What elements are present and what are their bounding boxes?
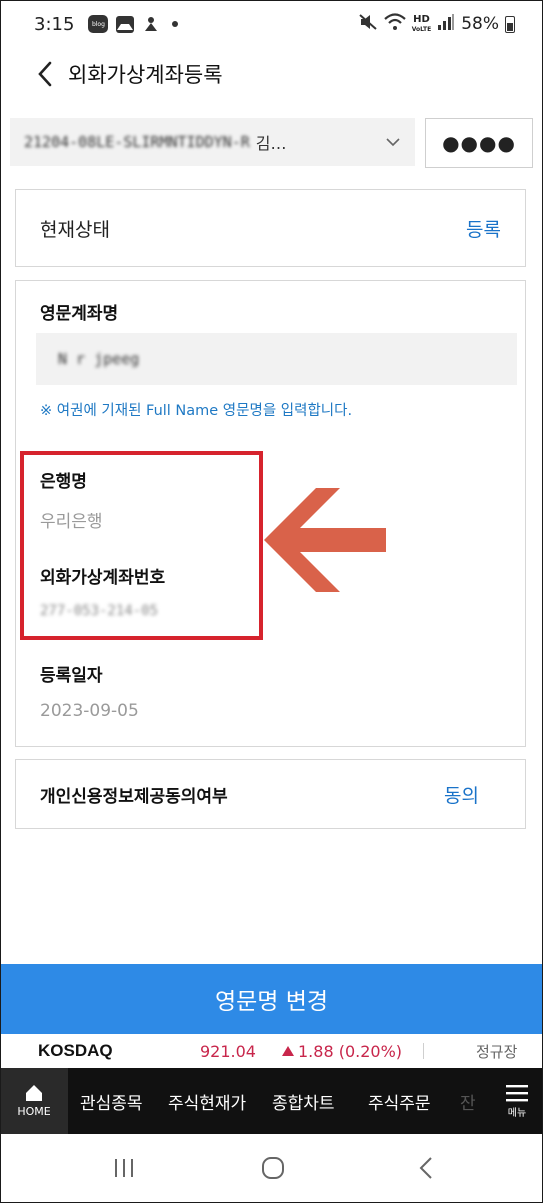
status-value: 등록: [466, 218, 501, 241]
status-time: 3:15: [34, 13, 75, 35]
system-back-icon[interactable]: [416, 1152, 436, 1184]
gallery-icon: [116, 15, 135, 33]
status-bar: 3:15 blog HD VoLTE 58%: [0, 0, 543, 48]
consent-value[interactable]: 동의: [444, 781, 479, 808]
nav-home-label: HOME: [17, 1105, 51, 1118]
battery-percent: 58%: [461, 14, 499, 34]
reg-date-value: 2023-09-05: [40, 701, 139, 721]
ticker-status: 정규장: [476, 1042, 518, 1061]
nav-home[interactable]: HOME: [0, 1068, 68, 1134]
ticker-name: KOSDAQ: [38, 1041, 113, 1060]
ticker-divider: [423, 1043, 424, 1059]
nav-item-chart[interactable]: 종합차트: [272, 1068, 335, 1134]
english-name-hint: ※ 여권에 기재된 Full Name 영문명을 입력합니다.: [40, 403, 353, 419]
home-icon: [26, 1085, 42, 1101]
account-select[interactable]: 21204-08LE-SLIRMNTIDDYN-R 김…: [10, 118, 415, 166]
page-title: 외화가상계좌등록: [68, 63, 223, 87]
wifi-icon: [383, 12, 406, 36]
home-circle-icon[interactable]: [260, 1152, 286, 1184]
blog-icon: blog: [88, 15, 109, 33]
nav-items: 관심종목 주식현재가 종합차트 주식주문 잔: [68, 1068, 491, 1134]
consent-card: 개인신용정보제공동의여부 동의: [15, 759, 526, 829]
dot-icon: [172, 21, 179, 27]
nav-menu[interactable]: 메뉴: [491, 1068, 543, 1134]
account-selector-row: 21204-08LE-SLIRMNTIDDYN-R 김… ●●●●: [10, 118, 533, 168]
account-number: 21204-08LE-SLIRMNTIDDYN-R: [24, 133, 250, 151]
status-label: 현재상태: [40, 218, 110, 241]
app-icon: [142, 15, 160, 33]
nav-item-order[interactable]: 주식주문: [368, 1068, 431, 1134]
virtual-account-value: 277-053-214-05: [40, 603, 159, 619]
nav-item-current-price[interactable]: 주식현재가: [168, 1068, 246, 1134]
bank-value: 우리은행: [40, 512, 103, 532]
english-name-label: 영문계좌명: [40, 304, 119, 324]
hamburger-icon: [506, 1084, 528, 1101]
battery-icon: [505, 15, 515, 33]
password-field[interactable]: ●●●●: [425, 118, 533, 168]
app-header: 외화가상계좌등록: [0, 48, 543, 100]
nav-item-watchlist[interactable]: 관심종목: [80, 1068, 143, 1134]
recent-apps-icon[interactable]: [112, 1152, 136, 1184]
ticker-change: 1.88 (0.20%): [282, 1042, 402, 1061]
market-ticker[interactable]: KOSDAQ 921.04 1.88 (0.20%) 정규장: [0, 1034, 543, 1068]
signal-icon: [437, 13, 455, 36]
english-name-value: N r jpeeg: [58, 350, 140, 368]
bank-label: 은행명: [40, 472, 87, 492]
mute-icon: [358, 13, 378, 36]
status-card: 현재상태 등록: [15, 189, 526, 267]
nav-item-partial[interactable]: 잔: [460, 1068, 476, 1134]
hd-voice-icon: HD VoLTE: [411, 13, 432, 33]
ticker-price: 921.04: [200, 1041, 256, 1061]
consent-label: 개인신용정보제공동의여부: [40, 786, 228, 807]
system-nav: [0, 1134, 543, 1203]
reg-date-label: 등록일자: [40, 666, 103, 686]
arrow-left-icon: [264, 488, 386, 592]
chevron-down-icon: [385, 137, 401, 147]
account-owner: 김…: [255, 134, 287, 153]
virtual-account-label: 외화가상계좌번호: [40, 568, 166, 588]
english-name-field[interactable]: N r jpeeg: [36, 333, 517, 385]
back-chevron-icon[interactable]: [30, 59, 60, 89]
bottom-nav: HOME 관심종목 주식현재가 종합차트 주식주문 잔 메뉴: [0, 1068, 543, 1134]
ticker-change-value: 1.88 (0.20%): [298, 1041, 403, 1061]
nav-menu-label: 메뉴: [507, 1107, 527, 1119]
change-english-name-button[interactable]: 영문명 변경: [0, 964, 543, 1034]
up-triangle-icon: [282, 1046, 294, 1056]
